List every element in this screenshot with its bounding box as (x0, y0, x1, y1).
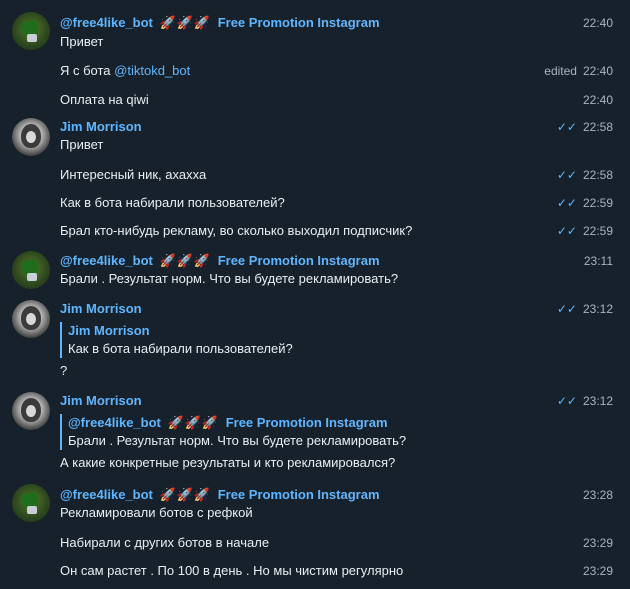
rocket-emoji: 🚀🚀🚀 (159, 487, 212, 502)
message-time: 23:28 (582, 488, 613, 502)
user-avatar[interactable] (12, 300, 50, 338)
message-header: Jim Morrison ✓✓ 23:12 (60, 300, 630, 318)
quote-sender: @free4like_bot 🚀🚀🚀 Free Promotion Instag… (68, 415, 388, 430)
reply-quote[interactable]: @free4like_bot 🚀🚀🚀 Free Promotion Instag… (60, 414, 406, 450)
message-time: 22:40 (582, 16, 613, 30)
message-header: @free4like_bot 🚀🚀🚀 Free Promotion Instag… (60, 14, 630, 32)
message-time: edited 22:40 (544, 64, 613, 78)
message-time: ✓✓ 22:58 (556, 168, 613, 182)
bot-avatar[interactable] (12, 12, 50, 50)
sender-title[interactable]: Free Promotion Instagram (218, 487, 380, 502)
edited-label: edited (544, 64, 577, 78)
sender-handle[interactable]: @free4like_bot (60, 487, 153, 502)
message-time: 23:29 (582, 536, 613, 550)
sender-handle[interactable]: @free4like_bot (60, 253, 153, 268)
sender-name[interactable]: Jim Morrison (60, 301, 142, 316)
bot-avatar[interactable] (12, 251, 50, 289)
message-text: Рекламировали ботов с рефкой (60, 505, 253, 520)
sender-title[interactable]: Free Promotion Instagram (218, 15, 380, 30)
message-text: Он сам растет . По 100 в день . Но мы чи… (60, 563, 613, 578)
reply-quote[interactable]: Jim Morrison Как в бота набирали пользов… (60, 322, 293, 358)
message-header: Jim Morrison ✓✓ 22:58 (60, 118, 630, 136)
rocket-emoji: 🚀🚀🚀 (167, 415, 220, 430)
message-text: Набирали с других ботов в начале 23:29 (60, 535, 613, 550)
double-check-icon: ✓✓ (556, 168, 577, 182)
quote-sender: Jim Morrison (68, 323, 150, 338)
quote-text: Брали . Результат норм. Что вы будете ре… (68, 433, 407, 448)
sender-name[interactable]: Jim Morrison (60, 119, 142, 134)
mention-link[interactable]: @tiktokd_bot (114, 63, 190, 78)
message-time: 22:40 (582, 93, 613, 107)
message-text: ? (60, 363, 68, 378)
user-avatar[interactable] (12, 118, 50, 156)
message-text: А какие конкретные результаты и кто рекл… (60, 455, 396, 470)
double-check-icon: ✓✓ (556, 224, 577, 238)
message-text: Оплата на qiwi 22:40 (60, 92, 613, 107)
sender-title[interactable]: Free Promotion Instagram (218, 253, 380, 268)
message-text: Брал кто-нибудь рекламу, во сколько выхо… (60, 223, 613, 238)
message-text: Брали . Результат норм. Что вы будете ре… (60, 271, 399, 286)
double-check-icon: ✓✓ (556, 394, 577, 408)
sender-name[interactable]: Jim Morrison (60, 393, 142, 408)
double-check-icon: ✓✓ (556, 120, 577, 134)
message-text: Привет (60, 137, 104, 152)
user-avatar[interactable] (12, 392, 50, 430)
message-header: @free4like_bot 🚀🚀🚀 Free Promotion Instag… (60, 486, 630, 504)
double-check-icon: ✓✓ (556, 196, 577, 210)
message-time: 23:11 (583, 254, 613, 268)
message-header: @free4like_bot 🚀🚀🚀 Free Promotion Instag… (60, 252, 630, 270)
message-time: ✓✓ 22:59 (556, 224, 613, 238)
message-time: ✓✓ 22:58 (556, 120, 613, 134)
message-time: ✓✓ 23:12 (556, 394, 613, 408)
message-text: Я с бота @tiktokd_bot edited 22:40 (60, 63, 613, 78)
rocket-emoji: 🚀🚀🚀 (159, 253, 212, 268)
message-time: 23:29 (582, 564, 613, 578)
quote-text: Как в бота набирали пользователей? (68, 341, 293, 356)
message-time: ✓✓ 22:59 (556, 196, 613, 210)
double-check-icon: ✓✓ (556, 302, 577, 316)
rocket-emoji: 🚀🚀🚀 (159, 15, 212, 30)
message-time: ✓✓ 23:12 (556, 302, 613, 316)
message-text: Интересный ник, ахахха ✓✓ 22:58 (60, 167, 613, 182)
bot-avatar[interactable] (12, 484, 50, 522)
sender-handle[interactable]: @free4like_bot (60, 15, 153, 30)
message-header: Jim Morrison ✓✓ 23:12 (60, 392, 630, 410)
message-text: Как в бота набирали пользователей? ✓✓ 22:… (60, 195, 613, 210)
message-text: Привет (60, 34, 104, 49)
